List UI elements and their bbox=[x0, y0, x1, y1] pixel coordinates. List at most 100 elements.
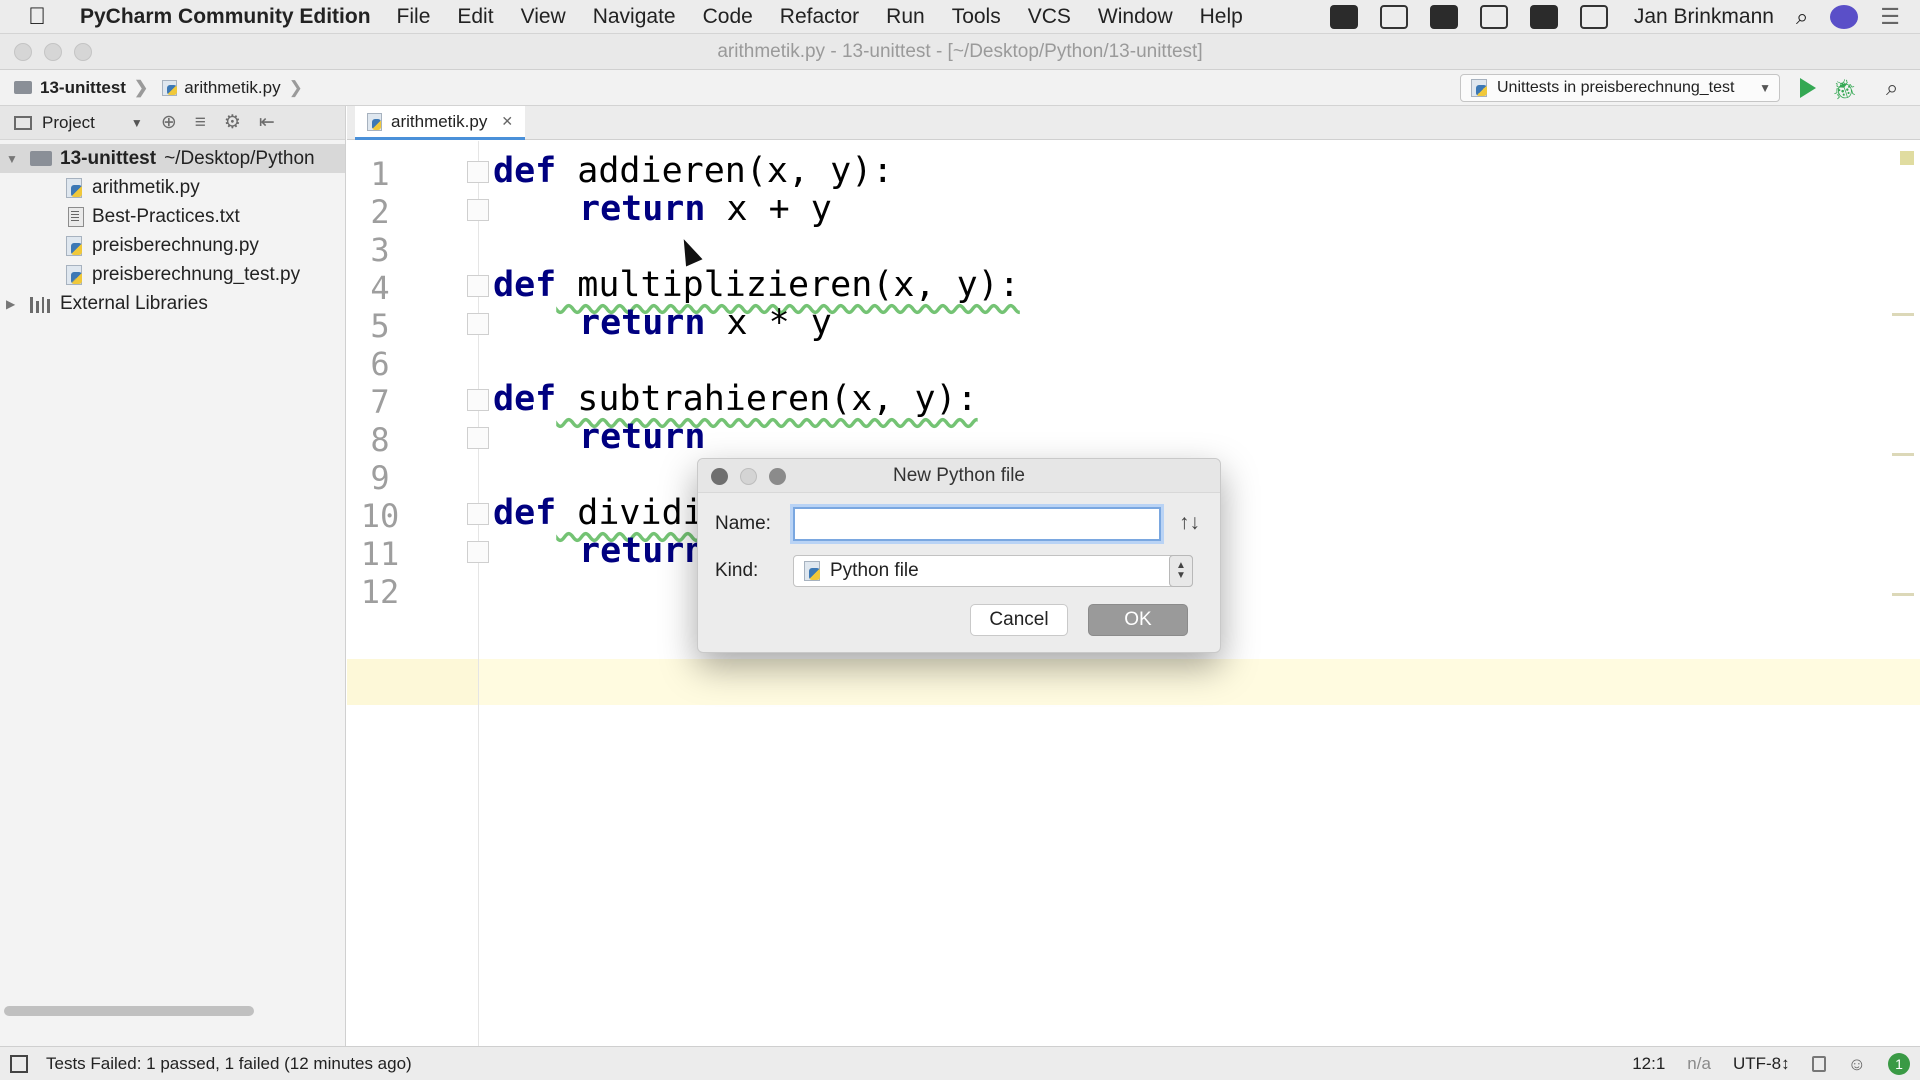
line-number: 2 bbox=[370, 193, 390, 231]
tree-root-folder[interactable]: ▼ 13-unittest ~/Desktop/Python bbox=[0, 144, 345, 173]
run-configuration-label: Unittests in preisberechnung_test bbox=[1497, 79, 1735, 96]
fold-marker-icon[interactable] bbox=[467, 275, 489, 297]
chat-status-icon[interactable] bbox=[1529, 5, 1558, 29]
project-tree: ▼ 13-unittest ~/Desktop/Python arithmeti… bbox=[0, 140, 345, 318]
event-log-badge[interactable]: 1 bbox=[1888, 1053, 1910, 1075]
caret-position[interactable]: 12:1 bbox=[1632, 1054, 1665, 1074]
dialog-window-controls bbox=[711, 468, 786, 485]
plus-status-icon[interactable] bbox=[1329, 5, 1358, 29]
hide-panel-icon[interactable]: ⇤ bbox=[259, 111, 275, 134]
menu-view[interactable]: View bbox=[521, 5, 566, 29]
collapse-arrow-icon[interactable]: ▶ bbox=[6, 297, 20, 311]
tree-item-label: External Libraries bbox=[60, 292, 208, 314]
siri-icon[interactable] bbox=[1830, 5, 1859, 29]
expand-arrow-icon[interactable]: ▼ bbox=[6, 152, 20, 166]
gear-icon[interactable]: ⚙ bbox=[224, 111, 241, 134]
close-icon[interactable]: ✕ bbox=[501, 113, 513, 130]
tab-arithmetik[interactable]: arithmetik.py ✕ bbox=[355, 106, 526, 140]
folder-icon bbox=[30, 151, 52, 166]
app-name-menu[interactable]: PyCharm Community Edition bbox=[80, 5, 371, 29]
screen-record-icon[interactable] bbox=[1479, 5, 1508, 29]
scroll-from-source-icon[interactable]: ⊕ bbox=[161, 111, 177, 134]
debug-button[interactable]: 🐞︎ bbox=[1832, 77, 1857, 102]
menu-edit[interactable]: Edit bbox=[457, 5, 493, 29]
fold-marker-icon[interactable] bbox=[467, 427, 489, 449]
notification-center-icon[interactable]: ☰ bbox=[1880, 4, 1900, 30]
fold-marker-icon[interactable] bbox=[467, 389, 489, 411]
ok-button[interactable]: OK bbox=[1088, 604, 1188, 636]
menu-help[interactable]: Help bbox=[1200, 5, 1243, 29]
code-line-5: return x * y bbox=[579, 303, 832, 343]
text-file-icon bbox=[66, 206, 84, 227]
inspection-status-icon[interactable] bbox=[1900, 151, 1914, 165]
tree-item-preisberechnung[interactable]: preisberechnung.py bbox=[0, 231, 345, 260]
chevron-right-icon: ❯ bbox=[133, 77, 149, 97]
lock-icon[interactable] bbox=[1811, 1056, 1826, 1072]
project-horizontal-scrollbar[interactable] bbox=[4, 1006, 254, 1016]
status-bar-widgets: 12:1 n/a UTF-8↕ ☺ 1 bbox=[1632, 1047, 1910, 1081]
tree-item-external-libraries[interactable]: ▶ External Libraries bbox=[0, 289, 345, 318]
run-configuration-select[interactable]: Unittests in preisberechnung_test ▼ bbox=[1460, 74, 1780, 102]
leaf-status-icon[interactable] bbox=[1429, 5, 1458, 29]
menu-file[interactable]: File bbox=[397, 5, 431, 29]
spotlight-search-icon[interactable]: ⌕ bbox=[1796, 4, 1808, 30]
breadcrumb-file[interactable]: arithmetik.py ❯ bbox=[162, 78, 303, 98]
tree-item-best-practices[interactable]: Best-Practices.txt bbox=[0, 202, 345, 231]
kind-select[interactable]: Python file ▲ ▼ bbox=[793, 555, 1193, 587]
fold-marker-icon[interactable] bbox=[467, 161, 489, 183]
python-file-icon bbox=[367, 112, 383, 131]
code-line-10: def dividi bbox=[493, 493, 704, 533]
menu-tools[interactable]: Tools bbox=[952, 5, 1001, 29]
encoding-widget[interactable]: UTF-8↕ bbox=[1733, 1054, 1790, 1074]
breadcrumb-file-label: arithmetik.py bbox=[184, 77, 281, 97]
search-everywhere-icon[interactable]: ⌕ bbox=[1886, 75, 1898, 101]
user-name[interactable]: Jan Brinkmann bbox=[1634, 5, 1774, 29]
collapse-all-icon[interactable]: ≡ bbox=[195, 112, 206, 134]
dialog-close-button[interactable] bbox=[711, 468, 728, 485]
fold-marker-icon[interactable] bbox=[467, 199, 489, 221]
line-number: 1 bbox=[370, 155, 390, 193]
line-number: 9 bbox=[370, 459, 390, 497]
cancel-button[interactable]: Cancel bbox=[970, 604, 1068, 636]
code-line-4: def multiplizieren(x, y): bbox=[493, 265, 1020, 305]
file-name-input[interactable] bbox=[793, 507, 1161, 541]
run-button[interactable] bbox=[1800, 78, 1816, 98]
menu-window[interactable]: Window bbox=[1098, 5, 1173, 29]
tree-item-arithmetik[interactable]: arithmetik.py bbox=[0, 173, 345, 202]
chevron-right-icon: ❯ bbox=[288, 77, 303, 97]
menu-navigate[interactable]: Navigate bbox=[593, 5, 676, 29]
error-stripe-mark[interactable] bbox=[1892, 593, 1914, 596]
project-view-select[interactable]: Project bbox=[42, 113, 95, 133]
error-stripe-mark[interactable] bbox=[1892, 453, 1914, 456]
select-stepper-icon[interactable]: ▲ ▼ bbox=[1169, 555, 1193, 587]
hector-inspection-icon[interactable]: ☺ bbox=[1848, 1054, 1866, 1075]
menu-run[interactable]: Run bbox=[886, 5, 925, 29]
menu-vcs[interactable]: VCS bbox=[1028, 5, 1071, 29]
name-label: Name: bbox=[715, 513, 771, 534]
menu-code[interactable]: Code bbox=[703, 5, 753, 29]
line-number: 3 bbox=[370, 231, 390, 269]
status-message[interactable]: Tests Failed: 1 passed, 1 failed (12 min… bbox=[46, 1054, 412, 1074]
chevron-down-icon[interactable]: ▼ bbox=[131, 116, 143, 130]
test-config-icon bbox=[1471, 79, 1489, 98]
error-stripe-mark[interactable] bbox=[1892, 313, 1914, 316]
breadcrumb-project[interactable]: 13-unittest ❯ bbox=[14, 78, 148, 98]
dialog-zoom-button[interactable] bbox=[769, 468, 786, 485]
python-file-icon bbox=[66, 235, 84, 256]
apple-icon[interactable]:  bbox=[28, 3, 68, 31]
tree-item-preisberechnung-test[interactable]: preisberechnung_test.py bbox=[0, 260, 345, 289]
fold-marker-icon[interactable] bbox=[467, 503, 489, 525]
menu-refactor[interactable]: Refactor bbox=[780, 5, 859, 29]
fold-marker-icon[interactable] bbox=[467, 313, 489, 335]
time-machine-icon[interactable] bbox=[1579, 5, 1608, 29]
line-separator-widget[interactable]: n/a bbox=[1687, 1054, 1711, 1074]
line-number: 12 bbox=[360, 573, 400, 611]
line-number: 11 bbox=[360, 535, 400, 573]
fold-marker-icon[interactable] bbox=[467, 541, 489, 563]
window-title-bar: arithmetik.py - 13-unittest - [~/Desktop… bbox=[0, 34, 1920, 70]
tab-label: arithmetik.py bbox=[391, 111, 488, 131]
current-line-highlight bbox=[347, 659, 1920, 705]
tool-windows-icon[interactable] bbox=[10, 1054, 28, 1073]
camera-status-icon[interactable] bbox=[1379, 5, 1408, 29]
sort-arrows-icon[interactable]: ↑↓ bbox=[1179, 511, 1200, 535]
